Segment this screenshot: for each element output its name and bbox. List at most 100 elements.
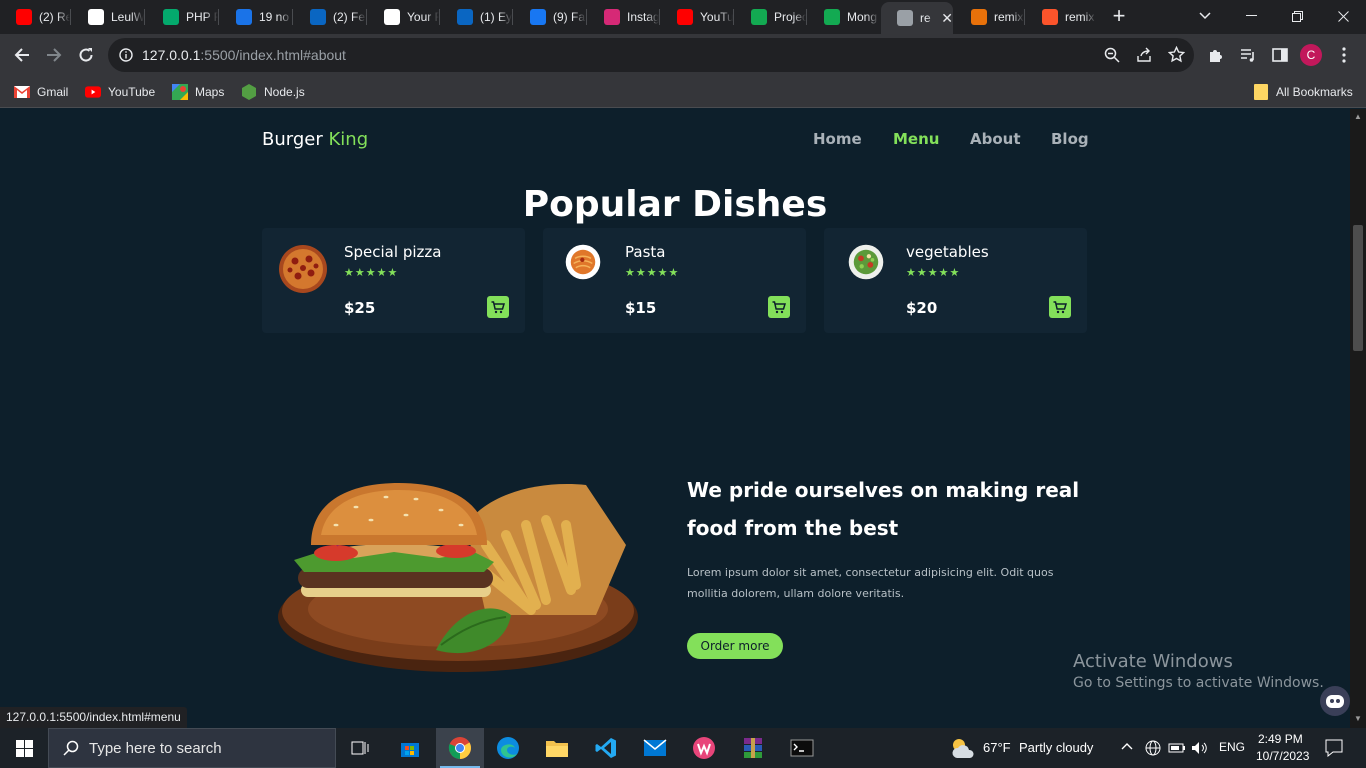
battery-icon[interactable] (1168, 740, 1186, 756)
nav-link-about[interactable]: About (970, 130, 1021, 148)
taskbar-store[interactable] (386, 728, 434, 768)
back-button[interactable] (10, 43, 34, 67)
browser-tab[interactable]: YouTu (661, 4, 733, 30)
extensions-button[interactable] (1204, 43, 1228, 67)
dish-name: vegetables (906, 243, 989, 261)
tab-separator (512, 9, 513, 25)
browser-tab[interactable]: LeulW (72, 4, 144, 30)
browser-tab[interactable]: (2) Fe (294, 4, 366, 30)
taskbar-chrome[interactable] (436, 728, 484, 768)
playlist-icon (1241, 49, 1254, 62)
reload-button[interactable] (74, 43, 98, 67)
windows-logo-icon (15, 739, 33, 757)
puzzle-icon (1210, 50, 1222, 62)
bookmark-maps[interactable]: Maps (172, 82, 224, 102)
close-window-button[interactable] (1320, 0, 1366, 32)
add-to-cart-button[interactable] (487, 296, 509, 318)
weather-partly-cloudy-icon[interactable] (950, 736, 976, 760)
folder-icon (1253, 84, 1269, 100)
restore-button[interactable] (1274, 0, 1320, 32)
zoom-icon[interactable] (1104, 47, 1120, 63)
taskbar-terminal[interactable] (778, 728, 826, 768)
assistant-bubble[interactable] (1320, 686, 1350, 716)
browser-tab[interactable]: Your R (368, 4, 439, 30)
address-bar[interactable]: 127.0.0.1:5500/index.html#about (108, 38, 1194, 72)
side-panel-button[interactable] (1268, 43, 1292, 67)
chevron-up-icon[interactable] (1121, 742, 1133, 750)
add-to-cart-button[interactable] (768, 296, 790, 318)
browser-toolbar: 127.0.0.1:5500/index.html#about C (0, 34, 1366, 76)
info-icon[interactable] (119, 48, 133, 62)
browser-tab[interactable]: (9) Fa (514, 4, 586, 30)
media-controls-button[interactable] (1236, 43, 1260, 67)
share-icon[interactable] (1136, 47, 1152, 63)
logo-accent: King (328, 129, 369, 150)
browser-tab[interactable]: remix (1026, 4, 1096, 30)
taskbar-mail[interactable] (631, 728, 679, 768)
all-bookmarks-folder[interactable]: All Bookmarks (1253, 82, 1353, 102)
browser-tab[interactable]: Instag (588, 4, 659, 30)
browser-tab[interactable]: (1) Ey (441, 4, 512, 30)
page-scrollbar[interactable]: ▲ ▼ (1350, 109, 1366, 728)
input-language[interactable]: ENG (1219, 740, 1245, 754)
taskbar-file-explorer[interactable] (533, 728, 581, 768)
clock-time[interactable]: 2:49 PM (1258, 732, 1303, 746)
forward-button[interactable] (42, 43, 66, 67)
scrollbar-thumb[interactable] (1353, 225, 1363, 351)
close-tab-icon[interactable]: ✕ (941, 10, 953, 27)
taskbar-winrar[interactable] (729, 728, 777, 768)
wps-office-icon (693, 737, 715, 759)
bookmark-youtube[interactable]: YouTube (85, 82, 155, 102)
tab-search-button[interactable] (1182, 0, 1228, 32)
start-button[interactable] (0, 728, 48, 768)
dish-name: Special pizza (344, 243, 442, 261)
globe-icon (897, 10, 913, 26)
web-page: Burger King Home Menu About Blog Popular… (0, 109, 1350, 728)
browser-tab[interactable]: Projec (735, 4, 806, 30)
bookmarks-bar: Gmail YouTube Maps Node.js All Bookmarks (0, 76, 1366, 108)
notification-center-icon[interactable] (1325, 739, 1343, 757)
profile-avatar[interactable]: C (1300, 44, 1322, 66)
bookmark-gmail[interactable]: Gmail (14, 82, 68, 102)
dish-card: Special pizza ★★★★★ $25 (262, 228, 525, 333)
tab-separator (733, 9, 734, 25)
browser-tab[interactable]: re ✕ (881, 2, 953, 34)
nav-link-home[interactable]: Home (813, 130, 862, 148)
add-to-cart-button[interactable] (1049, 296, 1071, 318)
taskbar-search-box[interactable]: Type here to search (48, 728, 336, 768)
task-view-button[interactable] (336, 728, 384, 768)
new-tab-button[interactable]: + (1108, 5, 1130, 27)
nav-link-menu[interactable]: Menu (893, 130, 939, 148)
browser-tab[interactable]: 19 no (220, 4, 292, 30)
bookmark-star-icon[interactable] (1168, 46, 1185, 63)
browser-tab[interactable]: remix (955, 4, 1024, 30)
tab-title: (1) Ey (480, 10, 512, 24)
network-globe-icon[interactable] (1145, 740, 1161, 756)
taskbar-vscode[interactable] (582, 728, 630, 768)
volume-icon[interactable] (1191, 740, 1209, 756)
kebab-menu-icon (1342, 47, 1346, 63)
site-logo[interactable]: Burger King (262, 129, 368, 150)
browser-tab[interactable]: (2) Re (0, 4, 70, 30)
scroll-down-arrow-icon[interactable]: ▼ (1354, 714, 1362, 723)
nav-link-blog[interactable]: Blog (1051, 130, 1089, 148)
burger-fries-image (278, 483, 638, 672)
tab-separator (1024, 9, 1025, 25)
order-more-button[interactable]: Order more (687, 633, 783, 659)
taskbar-wps-office[interactable] (680, 728, 728, 768)
browser-tab[interactable]: Mong (808, 4, 879, 30)
weather-temperature[interactable]: 67°F (983, 740, 1011, 755)
scroll-up-arrow-icon[interactable]: ▲ (1354, 112, 1362, 121)
dish-price: $25 (344, 299, 376, 317)
chrome-menu-button[interactable] (1332, 43, 1356, 67)
minimize-button[interactable] (1228, 0, 1274, 32)
youtube-icon (85, 84, 101, 100)
bookmark-nodejs[interactable]: Node.js (241, 82, 305, 102)
clock-date[interactable]: 10/7/2023 (1256, 749, 1309, 763)
url-text[interactable]: 127.0.0.1:5500/index.html#about (142, 47, 346, 63)
minimize-icon (1245, 15, 1257, 16)
tab-separator (144, 9, 145, 25)
weather-description[interactable]: Partly cloudy (1019, 740, 1093, 755)
taskbar-edge[interactable] (484, 728, 532, 768)
browser-tab[interactable]: PHP F (147, 4, 218, 30)
